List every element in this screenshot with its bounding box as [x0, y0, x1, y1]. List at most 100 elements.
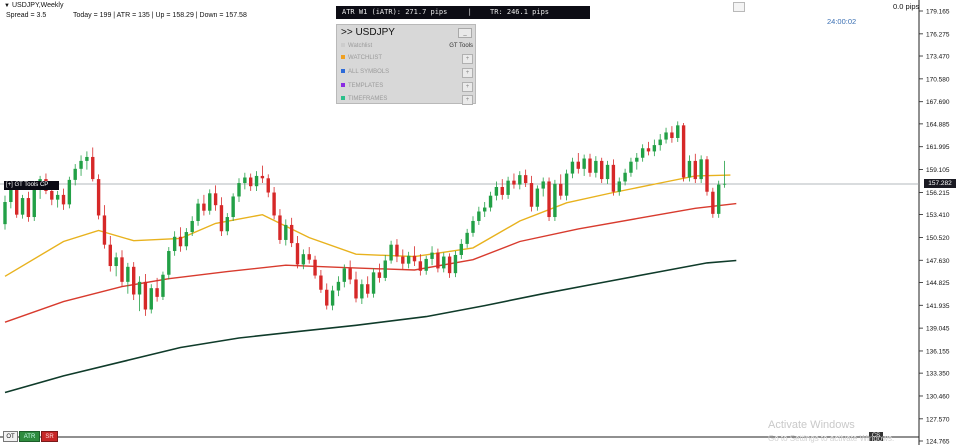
candle [389, 240, 393, 264]
candle [219, 197, 224, 236]
price-tick-label: 179.165 [926, 9, 950, 16]
candle [547, 177, 551, 221]
candle [377, 263, 382, 283]
price-tick-label: 147.630 [926, 258, 950, 265]
candle-timer: 24:00:02 [827, 17, 857, 26]
candle-body-down [436, 252, 440, 269]
atr-button[interactable]: ATR [19, 431, 40, 442]
atr-separator: | [467, 8, 472, 16]
panel-toggle-box[interactable] [733, 2, 745, 12]
candle-body-down [354, 279, 358, 299]
candle-body-up [483, 207, 487, 212]
panel-row-watchlist[interactable]: WATCHLIST + [341, 53, 473, 64]
candle [3, 195, 7, 230]
price-tick-label: 150.520 [926, 235, 950, 242]
candle [477, 206, 481, 225]
price-chart[interactable]: 179.165 176.275 173.470 170.580 167.690 164.8… [0, 0, 960, 445]
row-label: TEMPLATES [348, 83, 384, 89]
candle [184, 228, 189, 251]
candle-body-up [190, 220, 194, 233]
candle-body-down [348, 268, 352, 280]
candle [284, 219, 288, 246]
candle [383, 254, 387, 282]
row-label: ALL SYMBOLS [348, 69, 390, 75]
candle [32, 186, 36, 221]
candle-body-down [249, 177, 253, 187]
panel-row-watchlist-header[interactable]: Watchlist GT Tools [341, 41, 473, 52]
candle [96, 174, 101, 220]
candle [670, 126, 674, 143]
candle-body-up [167, 251, 171, 275]
candle-body-up [243, 177, 247, 184]
candle [225, 213, 229, 236]
candle-body-up [570, 161, 575, 174]
candle-body-up [424, 258, 428, 271]
candle [436, 248, 440, 273]
candle [453, 251, 458, 278]
sr-button[interactable]: SR [41, 431, 58, 442]
gt-tools-cp-label[interactable]: [+] GT Tools CP [4, 181, 59, 190]
candle-body-down [418, 261, 423, 271]
candle-body-down [319, 275, 323, 290]
expand-plus-icon[interactable]: + [462, 68, 473, 78]
candle-body-up [494, 186, 499, 196]
candle-body-down [307, 254, 311, 260]
candle-body-down [213, 193, 218, 206]
panel-row-timeframes[interactable]: TIMEFRAMES + [341, 94, 473, 105]
candle-body-up [722, 183, 727, 185]
chart-collapse-arrow[interactable]: ▼ [4, 3, 10, 9]
price-tick-label: 124.765 [926, 439, 950, 445]
candle [366, 276, 370, 298]
expand-plus-icon[interactable]: + [462, 95, 473, 105]
price-tick-label: 156.215 [926, 190, 950, 197]
candle [137, 276, 142, 312]
candle-body-up [149, 288, 153, 310]
candle [699, 155, 703, 184]
panel-row-all-symbols[interactable]: ALL SYMBOLS + [341, 67, 473, 78]
tr-text: TR: 246.1 pips [490, 8, 550, 16]
candle-body-down [395, 244, 399, 257]
candle [178, 227, 183, 252]
bullet-icon [341, 69, 345, 74]
expand-plus-icon[interactable]: + [462, 54, 473, 64]
candle [412, 246, 417, 267]
candle-body-up [137, 281, 142, 295]
candle-body-down [325, 289, 329, 306]
candle [582, 154, 586, 176]
price-tick-label: 161.995 [926, 144, 950, 151]
candle [237, 178, 241, 203]
candle-body-down [611, 164, 616, 192]
candle [102, 205, 107, 249]
candle-body-down [523, 175, 528, 184]
expand-plus-icon[interactable]: + [462, 82, 473, 92]
candle-body-down [155, 288, 159, 297]
ot-button[interactable]: OT [3, 431, 18, 442]
candle-body-up [629, 161, 633, 173]
candle [91, 147, 95, 182]
candle [371, 268, 376, 298]
candle-body-up [208, 193, 212, 211]
candle [132, 262, 136, 301]
candle-body-down [529, 183, 534, 207]
candle-body-down [377, 272, 382, 278]
candle-body-up [406, 255, 411, 264]
bullet-icon [341, 83, 345, 88]
price-tick-label: 173.470 [926, 54, 950, 61]
candle [249, 173, 253, 191]
moving-average-slow [4, 259, 737, 394]
candle-body-up [640, 148, 645, 158]
candle [570, 157, 575, 179]
candle-body-down [670, 132, 674, 138]
candle-body-up [330, 290, 335, 306]
candle-body-down [500, 186, 504, 195]
candle-body-down [120, 257, 124, 282]
panel-row-templates[interactable]: TEMPLATES + [341, 81, 473, 92]
candle [61, 188, 66, 210]
candle-body-down [50, 190, 54, 200]
candle [617, 177, 621, 196]
panel-collapse-button[interactable]: _ [458, 28, 472, 38]
bullet-icon [341, 43, 345, 48]
row-label: WATCHLIST [348, 55, 382, 61]
candle-body-down [91, 156, 95, 180]
candle [658, 134, 662, 151]
